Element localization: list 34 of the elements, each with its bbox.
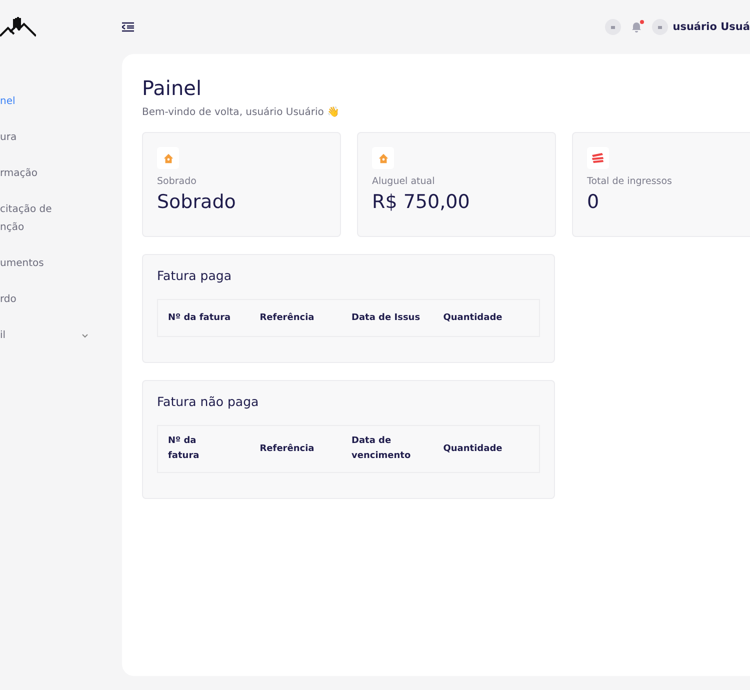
logo-icon (0, 16, 36, 38)
language-button[interactable] (604, 19, 621, 35)
card-title: Fatura paga (157, 268, 232, 283)
column-header: Referência (260, 312, 316, 324)
page-title: Painel (142, 76, 203, 100)
card-title: Fatura não paga (157, 394, 260, 409)
tickets-icon (591, 152, 605, 164)
sidebar-item[interactable]: nel (0, 84, 88, 120)
stat-value: Sobrado (157, 191, 237, 213)
user-avatar[interactable] (652, 19, 668, 35)
sidebar-item[interactable]: citação de nção (0, 192, 88, 246)
stat-label: Total de ingressos (587, 176, 673, 187)
column-header: Quantidade (443, 442, 504, 456)
stat-value: R$ 750,00 (372, 191, 471, 213)
menu-collapse-icon[interactable] (122, 22, 134, 32)
column-header: Data de Issus (352, 312, 422, 324)
sidebar-item[interactable]: il (0, 318, 88, 354)
stat-label: Sobrado (157, 176, 198, 187)
welcome-text: Bem-vindo de volta, usuário Usuário 👋 (142, 106, 340, 118)
column-header: Referência (260, 442, 316, 456)
user-name[interactable]: usuário Usuá (672, 21, 750, 33)
stat-label: Aluguel atual (372, 176, 436, 187)
sidebar-item[interactable]: umentos (0, 246, 88, 282)
house-icon (162, 152, 174, 164)
sidebar-item[interactable]: rdo (0, 282, 88, 318)
sidebar-item[interactable]: ura (0, 120, 88, 156)
column-header: Quantidade (443, 312, 504, 324)
sidebar-item[interactable]: rmação (0, 156, 88, 192)
column-header: Data de vencimento (352, 435, 412, 463)
stat-value: 0 (587, 191, 600, 213)
column-header: Nº da fatura (168, 312, 232, 324)
house-icon (378, 152, 388, 164)
column-header: Nº da fatura (168, 435, 200, 463)
bell-icon[interactable] (630, 21, 642, 33)
